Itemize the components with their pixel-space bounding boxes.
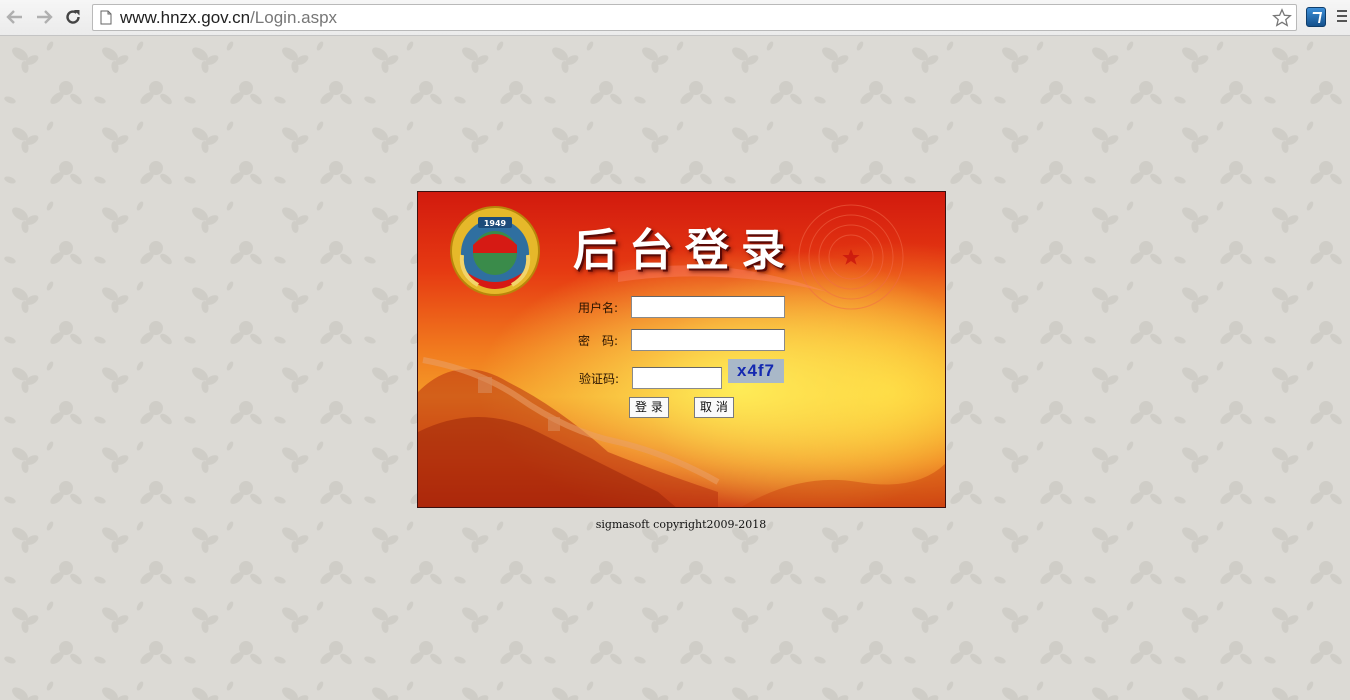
- login-panel: 1949 后台登录 用户名: 密 码: 验证码: x4f7 登 录 取 消: [417, 191, 946, 508]
- url-host: www.hnzx.gov.cn: [120, 7, 251, 27]
- captcha-label: 验证码:: [579, 372, 620, 386]
- extension-icon[interactable]: [1306, 7, 1326, 27]
- login-title: 后台登录: [573, 225, 797, 276]
- back-arrow-icon[interactable]: [3, 5, 27, 29]
- forward-arrow-icon[interactable]: [32, 5, 56, 29]
- username-label: 用户名:: [578, 301, 619, 315]
- hamburger-menu-icon[interactable]: [1337, 10, 1347, 24]
- reload-icon[interactable]: [61, 5, 85, 29]
- cppcc-emblem: 1949: [450, 206, 540, 296]
- page-body: 1949 后台登录 用户名: 密 码: 验证码: x4f7 登 录 取 消 si…: [0, 36, 1350, 700]
- captcha-image[interactable]: x4f7: [728, 359, 784, 383]
- copyright-text: sigmasoft copyright2009-2018: [595, 518, 767, 531]
- address-bar[interactable]: www.hnzx.gov.cn/Login.aspx: [92, 4, 1297, 31]
- url-path: /Login.aspx: [250, 7, 338, 27]
- svg-text:1949: 1949: [484, 219, 507, 228]
- star-icon[interactable]: [1272, 8, 1292, 28]
- browser-toolbar: www.hnzx.gov.cn/Login.aspx: [0, 0, 1350, 36]
- page-icon: [100, 10, 112, 25]
- password-input[interactable]: [631, 329, 785, 351]
- url-text: www.hnzx.gov.cn/Login.aspx: [120, 8, 337, 28]
- cancel-button[interactable]: 取 消: [694, 397, 734, 418]
- username-input[interactable]: [631, 296, 785, 318]
- password-label: 密 码:: [578, 334, 619, 348]
- captcha-input[interactable]: [632, 367, 722, 389]
- login-button[interactable]: 登 录: [629, 397, 669, 418]
